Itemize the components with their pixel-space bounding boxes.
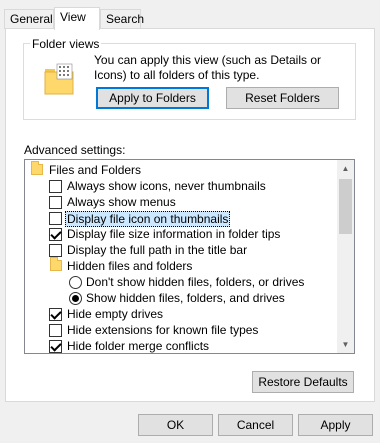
tree-row-show-hidden[interactable]: Show hidden files, folders, and drives bbox=[25, 290, 335, 306]
folder-icon bbox=[31, 161, 43, 175]
checkbox[interactable] bbox=[49, 212, 62, 225]
tree-label: Files and Folders bbox=[49, 163, 142, 177]
tree-label: Don't show hidden files, folders, or dri… bbox=[86, 275, 305, 289]
radio-button-selected[interactable] bbox=[69, 292, 82, 305]
folder-icon bbox=[50, 257, 62, 271]
apply-button[interactable]: Apply bbox=[298, 414, 373, 436]
tab-view[interactable]: View bbox=[54, 7, 100, 30]
checkbox[interactable] bbox=[49, 180, 62, 193]
restore-defaults-button[interactable]: Restore Defaults bbox=[252, 371, 354, 393]
tree-row-files-and-folders: Files and Folders bbox=[25, 161, 335, 178]
tree-row-display-file-size[interactable]: Display file size information in folder … bbox=[25, 226, 335, 242]
folder-views-icon bbox=[44, 63, 74, 95]
tree-row-always-show-menus[interactable]: Always show menus bbox=[25, 194, 335, 210]
tree-label: Hide folder merge conflicts bbox=[67, 339, 210, 353]
tree-label: Display file icon on thumbnails bbox=[65, 211, 231, 227]
checkbox-checked[interactable] bbox=[49, 308, 62, 321]
reset-folders-button[interactable]: Reset Folders bbox=[226, 87, 339, 109]
tab-general[interactable]: General bbox=[4, 9, 54, 29]
vertical-scrollbar[interactable]: ▲ ▼ bbox=[337, 160, 354, 353]
folder-views-description: You can apply this view (such as Details… bbox=[94, 53, 322, 82]
scroll-up-icon[interactable]: ▲ bbox=[337, 160, 354, 177]
advanced-settings-tree[interactable]: Files and Folders Always show icons, nev… bbox=[24, 159, 355, 354]
tree-label: Always show menus bbox=[67, 195, 176, 209]
scroll-down-icon[interactable]: ▼ bbox=[337, 336, 354, 353]
tree-label: Show hidden files, folders, and drives bbox=[86, 291, 285, 305]
tree-row-always-show-icons[interactable]: Always show icons, never thumbnails bbox=[25, 178, 335, 194]
scroll-thumb[interactable] bbox=[339, 179, 352, 234]
tab-search[interactable]: Search bbox=[100, 9, 144, 29]
radio-button[interactable] bbox=[69, 276, 82, 289]
tree-label: Always show icons, never thumbnails bbox=[67, 179, 266, 193]
checkbox[interactable] bbox=[49, 324, 62, 337]
tree-label: Hide empty drives bbox=[67, 307, 164, 321]
ok-button[interactable]: OK bbox=[138, 414, 213, 436]
tree-row-display-file-icon[interactable]: Display file icon on thumbnails bbox=[25, 210, 335, 227]
tree-row-hide-merge-conflicts[interactable]: Hide folder merge conflicts bbox=[25, 338, 335, 353]
tree-row-dont-show-hidden[interactable]: Don't show hidden files, folders, or dri… bbox=[25, 274, 335, 290]
checkbox-checked[interactable] bbox=[49, 340, 62, 353]
checkbox[interactable] bbox=[49, 196, 62, 209]
tree-label: Display file size information in folder … bbox=[67, 227, 281, 241]
cancel-button[interactable]: Cancel bbox=[218, 414, 293, 436]
folder-views-title: Folder views bbox=[30, 37, 102, 51]
checkbox-checked[interactable] bbox=[49, 228, 62, 241]
tree-row-hide-empty-drives[interactable]: Hide empty drives bbox=[25, 306, 335, 322]
tree-label: Display the full path in the title bar bbox=[67, 243, 248, 257]
apply-to-folders-button[interactable]: Apply to Folders bbox=[96, 87, 209, 109]
tree-label: Hide extensions for known file types bbox=[67, 323, 259, 337]
tree-row-hidden-files-folders: Hidden files and folders bbox=[25, 257, 335, 274]
tree-row-hide-extensions[interactable]: Hide extensions for known file types bbox=[25, 322, 335, 338]
advanced-settings-label: Advanced settings: bbox=[24, 143, 126, 157]
checkbox[interactable] bbox=[49, 244, 62, 257]
tree-label: Hidden files and folders bbox=[67, 259, 193, 273]
tree-row-display-full-path[interactable]: Display the full path in the title bar bbox=[25, 242, 335, 258]
